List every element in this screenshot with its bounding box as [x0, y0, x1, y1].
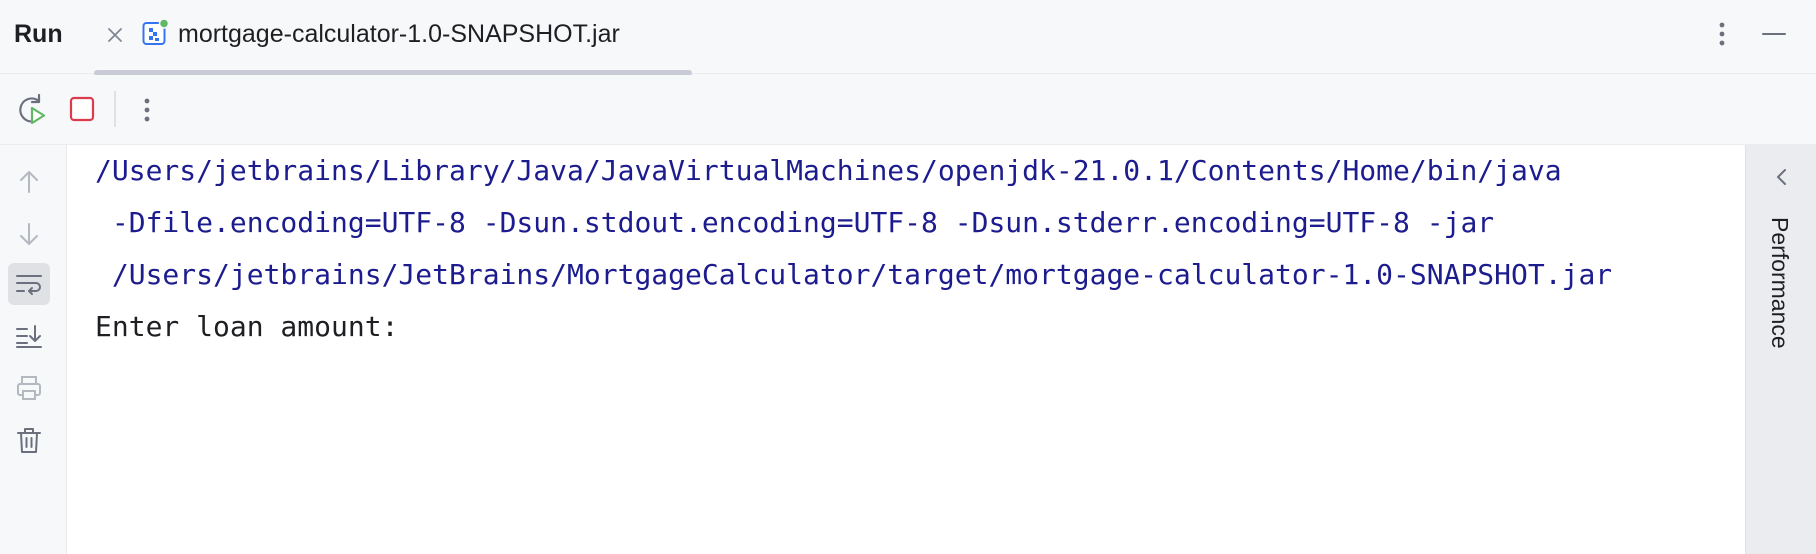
down-arrow-icon[interactable]	[8, 213, 50, 255]
more-options-icon[interactable]	[1712, 16, 1732, 52]
minimize-icon[interactable]	[1760, 20, 1788, 48]
scroll-to-end-icon[interactable]	[8, 315, 50, 357]
console-output[interactable]: /Users/jetbrains/Library/Java/JavaVirtua…	[67, 145, 1745, 554]
soft-wrap-icon[interactable]	[8, 263, 50, 305]
rerun-icon[interactable]	[14, 93, 48, 127]
console-line-command: -Dfile.encoding=UTF-8 -Dsun.stdout.encod…	[95, 206, 1495, 239]
panel-title: Run	[14, 20, 63, 48]
jar-run-icon	[141, 18, 171, 48]
console-line-command: /Users/jetbrains/Library/Java/JavaVirtua…	[95, 154, 1562, 187]
close-tab-icon[interactable]	[103, 23, 127, 47]
stop-icon[interactable]	[67, 94, 97, 124]
run-tab-bar: Run mortgage-calculator-1.0-SNAPSHOT.jar	[0, 0, 1816, 76]
performance-tab-label[interactable]: Performance	[1766, 217, 1794, 349]
toolbar-separator	[114, 91, 116, 127]
chevron-left-icon[interactable]	[1770, 165, 1794, 189]
run-tab-label[interactable]: mortgage-calculator-1.0-SNAPSHOT.jar	[178, 18, 620, 50]
console-line-output: Enter loan amount:	[95, 310, 416, 343]
print-icon[interactable]	[8, 367, 50, 409]
console-line-command: /Users/jetbrains/JetBrains/MortgageCalcu…	[95, 258, 1613, 291]
console-side-toolbar	[0, 145, 67, 554]
performance-side-panel[interactable]: Performance	[1745, 145, 1816, 554]
run-tool-window: Run mortgage-calculator-1.0-SNAPSHOT.jar	[0, 0, 1816, 554]
toolbar-more-icon[interactable]	[137, 92, 157, 128]
run-toolbar	[0, 75, 1816, 145]
up-arrow-icon[interactable]	[8, 161, 50, 203]
trash-icon[interactable]	[8, 419, 50, 461]
